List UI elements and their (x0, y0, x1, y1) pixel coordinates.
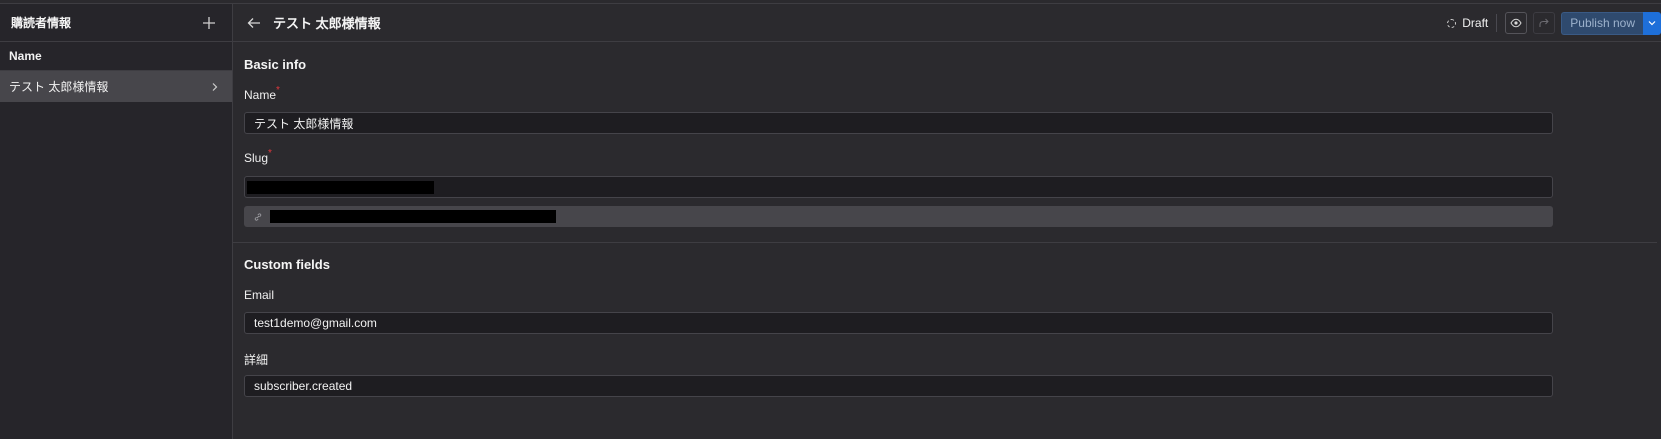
redacted-slug-url (270, 210, 556, 223)
email-label: Email (244, 288, 275, 302)
status-indicator: Draft (1447, 16, 1488, 30)
publish-options-button[interactable] (1643, 11, 1661, 35)
email-label-row: Email (244, 288, 1657, 302)
slug-label: Slug (244, 151, 269, 165)
email-field[interactable]: test1demo@gmail.com (244, 312, 1553, 334)
sidebar-header: 購読者情報 (0, 4, 232, 42)
custom-fields-section: Custom fields (244, 257, 1657, 279)
link-icon (254, 212, 262, 221)
detail-field[interactable]: subscriber.created (244, 375, 1553, 397)
sidebar: 購読者情報 Name テスト 太郎様情報 (0, 4, 233, 439)
editor-topbar: テスト 太郎様情報 Draft Publish now (233, 4, 1661, 42)
required-mark: * (268, 148, 272, 159)
detail-label: 詳細 (244, 353, 269, 367)
redo-button[interactable] (1533, 12, 1556, 34)
preview-button[interactable] (1505, 12, 1528, 34)
name-field[interactable]: テスト 太郎様情報 (244, 112, 1553, 134)
arrow-left-icon (247, 17, 260, 28)
column-header-name[interactable]: Name (0, 42, 232, 71)
page-title: テスト 太郎様情報 (273, 16, 381, 31)
redacted-slug-value (247, 180, 434, 194)
divider (1496, 14, 1498, 32)
section-title-basic-info: Basic info (244, 57, 307, 72)
section-title-custom-fields: Custom fields (244, 257, 330, 272)
chevron-right-icon (212, 82, 218, 91)
plus-icon (203, 16, 215, 29)
name-field-value: テスト 太郎様情報 (254, 116, 354, 131)
publish-control: Publish now (1561, 11, 1661, 35)
name-label-row: Name* (244, 85, 1657, 102)
list-item-label: テスト 太郎様情報 (9, 80, 109, 94)
eye-icon (1510, 18, 1522, 28)
back-button[interactable] (245, 14, 263, 32)
cms-app: 購読者情報 Name テスト 太郎様情報 テスト 太郎様情報 Draft Pub… (0, 3, 1661, 439)
status-label: Draft (1462, 16, 1489, 30)
sidebar-title: 購読者情報 (11, 16, 72, 30)
topbar-actions: Draft Publish now (1447, 4, 1661, 42)
list-item[interactable]: テスト 太郎様情報 (0, 71, 232, 102)
add-item-button[interactable] (200, 14, 218, 32)
detail-field-value: subscriber.created (254, 379, 353, 393)
redo-arrow-icon (1539, 18, 1549, 27)
dashed-circle-icon (1447, 18, 1457, 28)
slug-url-preview (244, 206, 1553, 227)
slug-field[interactable] (244, 176, 1553, 198)
basic-info-section: Basic info (244, 57, 1657, 79)
editor-main: テスト 太郎様情報 Draft Publish now Basic info N… (233, 4, 1661, 439)
chevron-down-icon (1648, 21, 1656, 26)
section-divider (233, 242, 1657, 243)
detail-label-row: 詳細 (244, 351, 1657, 367)
email-field-value: test1demo@gmail.com (254, 316, 377, 330)
publish-now-button[interactable]: Publish now (1561, 11, 1643, 35)
editor-form: Basic info Name* テスト 太郎様情報 Slug* Custom … (233, 42, 1661, 397)
required-mark: * (276, 85, 280, 96)
name-label: Name (244, 88, 277, 102)
slug-label-row: Slug* (244, 148, 1657, 165)
